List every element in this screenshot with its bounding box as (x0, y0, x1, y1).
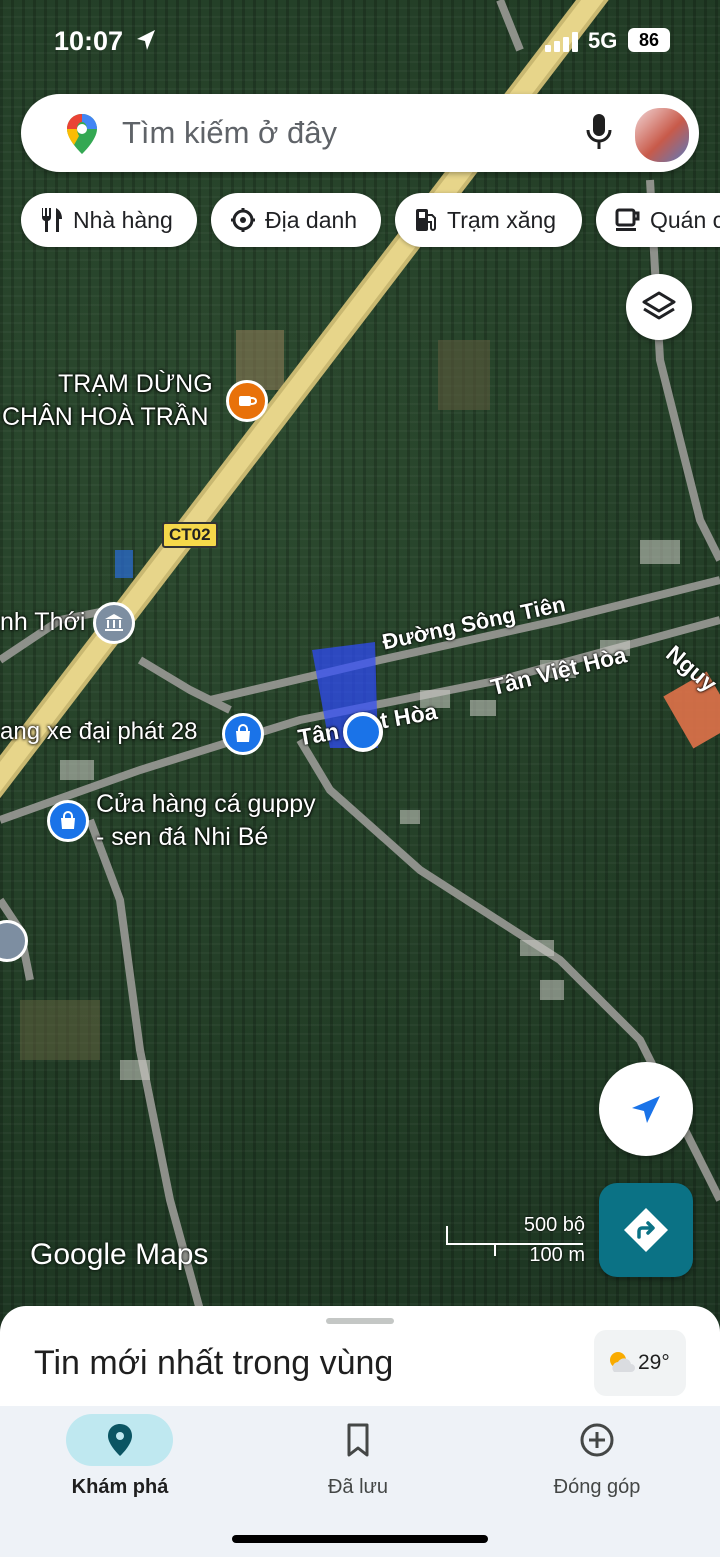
add-circle-icon (580, 1423, 614, 1457)
tab-contribute[interactable]: Đóng góp (517, 1406, 677, 1516)
shopping-bag-poi-icon-2[interactable] (47, 800, 89, 842)
gas-station-icon (416, 209, 436, 231)
layers-icon (642, 291, 676, 320)
signal-icon (545, 32, 578, 52)
directions-icon (624, 1208, 668, 1252)
google-maps-logo: Google Maps (30, 1238, 209, 1271)
tab-label: Đã lưu (327, 1476, 389, 1498)
status-bar: 10:07 5G 86 (0, 22, 720, 62)
drag-handle[interactable] (326, 1318, 394, 1324)
search-input[interactable]: Tìm kiếm ở đây (122, 115, 337, 151)
chip-label: Trạm xăng (447, 206, 557, 233)
directions-button[interactable] (599, 1183, 693, 1277)
village-label[interactable]: nh Thới (0, 608, 85, 637)
layers-button[interactable] (626, 274, 692, 340)
coffee-cup-icon (615, 208, 640, 231)
network-type: 5G (588, 28, 618, 53)
microphone-icon[interactable] (584, 112, 614, 152)
tab-explore[interactable]: Khám phá (40, 1406, 200, 1516)
rest-stop-label-line2[interactable]: CHÂN HOÀ TRẦN (2, 403, 209, 432)
cafe-poi-icon[interactable] (226, 380, 268, 422)
explore-pin-icon (108, 1424, 132, 1456)
tab-label: Khám phá (71, 1476, 169, 1498)
chip-cafes[interactable]: Quán c (596, 193, 720, 247)
profile-avatar[interactable] (633, 106, 691, 164)
recenter-button[interactable] (599, 1062, 693, 1156)
search-bar[interactable]: Tìm kiếm ở đây (21, 94, 699, 172)
tab-label: Đóng góp (553, 1476, 641, 1498)
shop-xe-label[interactable]: ang xe đại phát 28 (0, 718, 198, 746)
fork-knife-icon (41, 208, 62, 232)
landmark-icon (231, 208, 255, 232)
map-scale: 500 bộ 100 m (445, 1214, 585, 1266)
chip-landmarks[interactable]: Địa danh (211, 193, 381, 247)
navigation-arrow-icon (632, 1096, 660, 1123)
partly-cloudy-icon (610, 1352, 635, 1372)
chip-gas-stations[interactable]: Trạm xăng (395, 193, 582, 247)
route-shield: CT02 (162, 522, 218, 548)
weather-chip[interactable]: 29° (594, 1330, 686, 1396)
sheet-title: Tin mới nhất trong vùng (34, 1344, 394, 1382)
guppy-shop-label[interactable]: Cửa hàng cá guppy (96, 790, 316, 819)
tab-saved[interactable]: Đã lưu (278, 1406, 438, 1516)
home-indicator[interactable] (232, 1535, 488, 1543)
google-maps-pin-icon (67, 114, 97, 154)
shopping-bag-poi-icon[interactable] (222, 713, 264, 755)
bank-poi-icon[interactable] (93, 602, 135, 644)
current-location-dot (343, 712, 383, 752)
scale-metric: 100 m (529, 1244, 585, 1266)
chip-restaurants[interactable]: Nhà hàng (21, 193, 197, 247)
scale-imperial: 500 bộ (523, 1214, 585, 1236)
clock: 10:07 (54, 26, 124, 56)
bookmark-icon (347, 1423, 369, 1457)
chip-label: Địa danh (265, 206, 358, 233)
rest-stop-label[interactable]: TRẠM DỪNG (58, 370, 213, 399)
location-arrow-icon (137, 30, 155, 50)
battery-icon: 86 (628, 28, 670, 52)
temperature: 29° (638, 1351, 670, 1374)
guppy-shop-label-line2[interactable]: - sen đá Nhi Bé (96, 823, 268, 852)
chip-label: Nhà hàng (73, 206, 173, 233)
chip-label: Quán c (650, 206, 720, 233)
